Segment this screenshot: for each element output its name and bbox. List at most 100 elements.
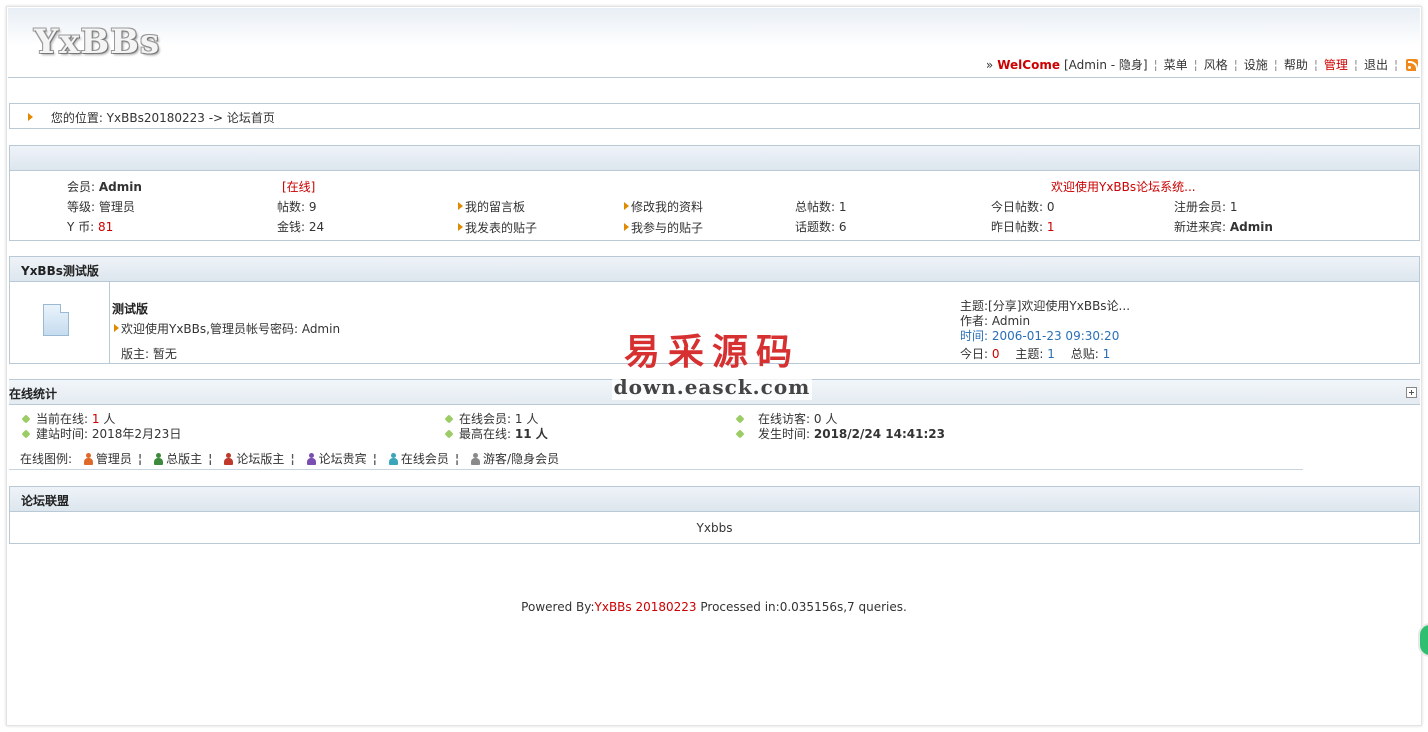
posts-field: 帖数: 9 [277, 198, 317, 215]
gold-label: 金钱: [277, 220, 306, 234]
newest-guest-field: 新进来宾: Admin [1174, 218, 1273, 235]
guest-user-icon [471, 453, 481, 465]
author-label: 作者: [960, 314, 989, 328]
total-posts-field: 总帖数: 1 [795, 198, 847, 215]
footer-prefix: Powered By: [521, 600, 595, 614]
nav-separator: ¦ [1153, 57, 1158, 72]
footer-product-link[interactable]: YxBBs 20180223 [595, 600, 697, 614]
forum-name[interactable]: 测试版 [112, 300, 148, 317]
nav-admin[interactable]: 管理 [1324, 56, 1348, 73]
legend-label: 在线图例: [20, 452, 73, 466]
arrow-right-icon [458, 202, 463, 210]
my-board-label: 我的留言板 [465, 200, 526, 214]
coin-value: 81 [98, 220, 114, 234]
my-replies-link[interactable]: 我参与的贴子 [624, 219, 703, 236]
topic-label: 主题: [1015, 347, 1044, 361]
nav-logout[interactable]: 退出 [1364, 56, 1388, 73]
my-topics-label: 我发表的贴子 [465, 221, 538, 235]
topics-value: 6 [838, 220, 847, 234]
nav-separator: ¦ [1313, 57, 1318, 72]
reg-members-label: 注册会员: [1174, 200, 1227, 214]
user-panel-header [10, 146, 1419, 171]
my-topics-link[interactable]: 我发表的贴子 [458, 219, 537, 236]
subject-label: 主题: [960, 299, 989, 313]
subject-value: [分享]欢迎使用YxBBs论... [988, 299, 1131, 313]
max-value: 11 人 [514, 427, 548, 441]
admin-user-icon [83, 453, 93, 465]
members-label: 在线会员: [459, 412, 512, 426]
built-value: 2018年2月23日 [91, 427, 182, 441]
forum-desc-text: 欢迎使用YxBBs,管理员帐号密码: Admin [121, 322, 341, 336]
online-legend: 在线图例: 管理员 ¦ 总版主 ¦ 论坛版主 ¦ 论坛贵宾 ¦ 在线会员 ¦ 游客/隐身会… [20, 450, 559, 467]
watermark-cn: 易采源码 [623, 331, 800, 373]
forum-desc: 欢迎使用YxBBs,管理员帐号密码: Admin [114, 320, 340, 337]
legend-separator: ¦ [372, 452, 377, 466]
legend-item: 管理员 [95, 452, 132, 466]
expand-icon[interactable] [1406, 387, 1417, 398]
nav-separator: ¦ [1233, 57, 1238, 72]
my-board-link[interactable]: 我的留言板 [458, 198, 525, 215]
posts-value: 9 [308, 200, 317, 214]
bullet-icon [444, 414, 454, 424]
watermark-url: down.easck.com [612, 374, 812, 400]
author-value[interactable]: Admin [992, 314, 1030, 328]
user-status[interactable]: [Admin - 隐身] [1064, 56, 1148, 73]
nav-separator: ¦ [1193, 57, 1198, 72]
edit-profile-link[interactable]: 修改我的资料 [624, 198, 703, 215]
nav-separator: ¦ [1273, 57, 1278, 72]
arrow-right-icon [458, 223, 463, 231]
forum-links-title: 论坛联盟 [10, 487, 1419, 512]
max-online: 最高在线: 11 人 [444, 425, 548, 442]
top-nav: » WelCome [Admin - 隐身] ¦ 菜单 ¦ 风格 ¦ 设施 ¦ … [986, 56, 1418, 73]
forum-file-icon [43, 304, 69, 336]
nav-separator: ¦ [1353, 57, 1358, 72]
current-value: 1 [91, 412, 100, 426]
posts-label: 帖数: [277, 200, 306, 214]
newest-value[interactable]: Admin [1230, 220, 1273, 234]
nav-style[interactable]: 风格 [1204, 56, 1228, 73]
member-label: 会员: [67, 180, 96, 194]
guests-label: 在线访客: [758, 412, 811, 426]
today-value: 0 [991, 347, 1000, 361]
breadcrumb-text[interactable]: 您的位置: YxBBs20180223 -> 论坛首页 [51, 111, 275, 125]
arrow-right-icon [114, 324, 119, 332]
topics-field: 话题数: 6 [795, 218, 847, 235]
arrow-right-icon [28, 113, 33, 121]
welcome-message: 欢迎使用YxBBs论坛系统... [1051, 180, 1196, 194]
forum-stats: 今日: 0 主题: 1 总贴: 1 [960, 345, 1110, 362]
nav-facility[interactable]: 设施 [1244, 56, 1268, 73]
occur-time: 发生时间: 2018/2/24 14:41:23 [735, 425, 945, 442]
watermark: 易采源码 down.easck.com [612, 330, 812, 400]
yesterday-posts-field: 昨日帖数: 1 [991, 218, 1055, 235]
bullet-icon [21, 414, 31, 424]
legend-item: 论坛贵宾 [318, 452, 367, 466]
legend-separator: ¦ [137, 452, 143, 466]
bullet-icon [21, 429, 31, 439]
member-value[interactable]: Admin [99, 180, 142, 194]
level-label: 等级: [67, 200, 96, 214]
max-label: 最高在线: [459, 427, 512, 441]
bullet-icon [444, 429, 454, 439]
welcome-label: WelCome [997, 57, 1060, 72]
rss-icon[interactable] [1406, 58, 1418, 71]
gold-field: 金钱: 24 [277, 218, 324, 235]
today-label: 今日: [960, 347, 989, 361]
coin-label: Y 币: [67, 220, 95, 234]
reg-members-field: 注册会员: 1 [1174, 198, 1238, 215]
occur-value: 2018/2/24 14:41:23 [813, 427, 945, 441]
floating-side-button[interactable] [1418, 623, 1428, 657]
legend-item: 总版主 [166, 452, 203, 466]
coin-field: Y 币: 81 [67, 218, 113, 235]
arrow-right-icon [624, 223, 629, 231]
divider [9, 469, 1303, 470]
forum-links-section: 论坛联盟 Yxbbs [9, 486, 1420, 544]
topic-value: 1 [1047, 347, 1055, 361]
forum-link-item[interactable]: Yxbbs [697, 521, 733, 535]
nav-menu[interactable]: 菜单 [1164, 56, 1188, 73]
time-value: 2006-01-23 09:30:20 [991, 329, 1120, 343]
topics-label: 话题数: [795, 220, 836, 234]
site-logo[interactable]: YxBBs [34, 22, 160, 62]
level-field: 等级: 管理员 [67, 198, 135, 215]
forum-section-title[interactable]: YxBBs测试版 [10, 257, 1419, 282]
nav-help[interactable]: 帮助 [1284, 56, 1308, 73]
